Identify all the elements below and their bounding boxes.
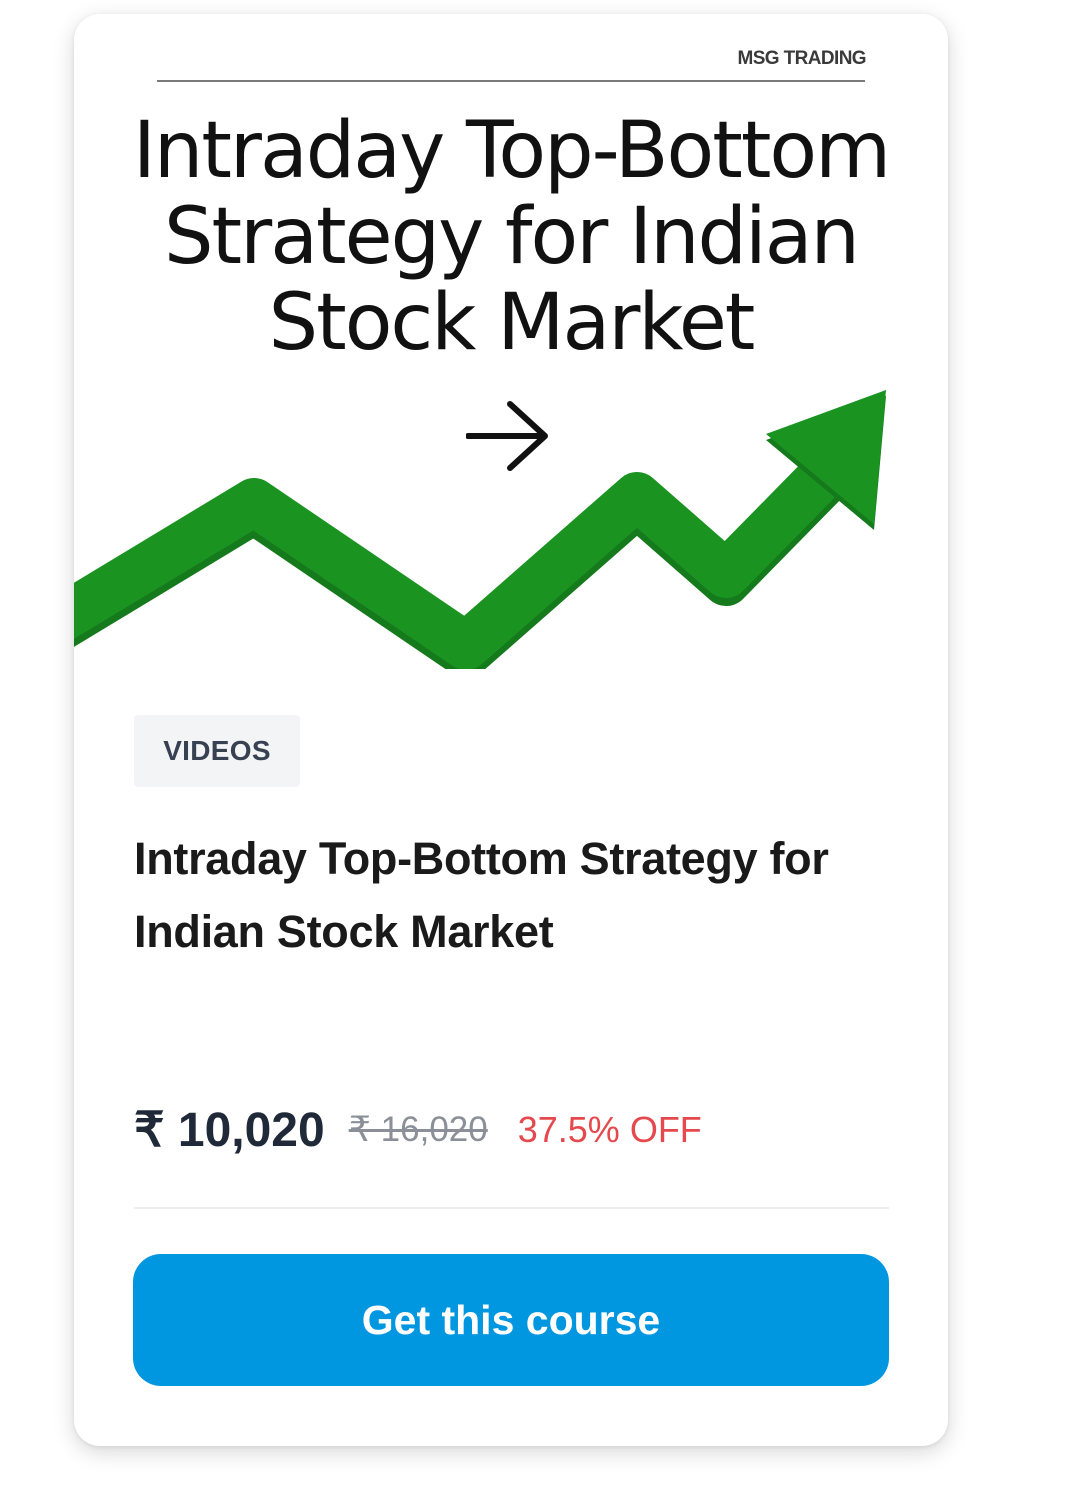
price-row: ₹ 10,020 ₹ 16,020 37.5% OFF <box>134 1098 702 1162</box>
thumbnail-title: Intraday Top-Bottom Strategy for Indian … <box>74 108 948 366</box>
course-card: MSG TRADING Intraday Top-Bottom Strategy… <box>74 14 948 1446</box>
divider <box>134 1207 889 1209</box>
get-course-button[interactable]: Get this course <box>133 1254 889 1386</box>
thumbnail-title-line: Intraday Top-Bottom <box>132 106 891 196</box>
trending-up-arrow-icon <box>74 390 886 669</box>
discount-label: 37.5% OFF <box>517 1109 702 1150</box>
thumbnail-title-line: Strategy for Indian <box>164 192 860 282</box>
content-type-badge: VIDEOS <box>134 715 300 787</box>
current-price: ₹ 10,020 <box>134 1104 325 1157</box>
course-title[interactable]: Intraday Top-Bottom Strategy for Indian … <box>134 822 894 968</box>
brand-label: MSG TRADING <box>737 48 866 69</box>
brand-underline <box>157 80 865 82</box>
thumbnail-title-line: Stock Market <box>268 278 756 368</box>
course-thumbnail[interactable]: MSG TRADING Intraday Top-Bottom Strategy… <box>74 14 948 669</box>
original-price: ₹ 16,020 <box>348 1110 488 1149</box>
